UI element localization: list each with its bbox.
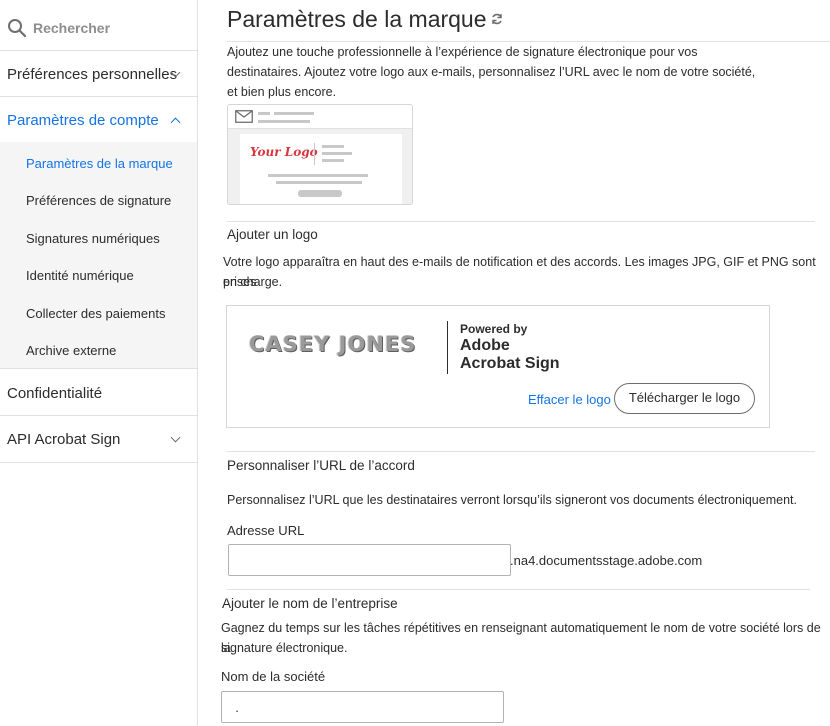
url-section-desc: Personnalisez l’URL que les destinataire… xyxy=(227,493,797,507)
sidebar-subitem-brand-settings[interactable]: Paramètres de la marque xyxy=(26,156,173,171)
sidebar: Rechercher Préférences personnelles Para… xyxy=(0,0,198,726)
refresh-icon[interactable] xyxy=(490,12,504,31)
search-box[interactable]: Rechercher xyxy=(0,0,197,51)
sidebar-subitem-digital-signatures[interactable]: Signatures numériques xyxy=(26,231,160,246)
envelope-icon xyxy=(235,110,253,128)
divider xyxy=(227,451,815,452)
email-preview-illustration: Your Logo xyxy=(227,104,413,205)
sidebar-subitem-external-archive[interactable]: Archive externe xyxy=(26,343,116,358)
upload-logo-button[interactable]: Télécharger le logo xyxy=(614,383,755,414)
logo-section-desc-line2: en charge. xyxy=(223,275,283,289)
intro-text-line1: Ajoutez une touche professionnelle à l’e… xyxy=(227,45,698,59)
clear-logo-link[interactable]: Effacer le logo xyxy=(528,392,611,407)
current-logo: CASEY JONES xyxy=(249,332,417,356)
sidebar-item-account-settings[interactable]: Paramètres de compte xyxy=(0,97,197,142)
company-section-desc-line2: signature électronique. xyxy=(221,641,348,655)
divider xyxy=(227,221,815,222)
divider xyxy=(227,589,810,590)
url-field-label: Adresse URL xyxy=(227,523,305,538)
company-field-label: Nom de la société xyxy=(221,669,326,684)
logo-section-desc-line1: Votre logo apparaîtra en haut des e-mail… xyxy=(223,255,816,289)
account-settings-submenu: Paramètres de la marque Préférences de s… xyxy=(0,142,197,369)
search-icon xyxy=(7,18,27,43)
sidebar-subitem-collect-payments[interactable]: Collecter des paiements xyxy=(26,306,165,321)
divider xyxy=(447,321,448,374)
intro-text-line2: destinataires. Ajoutez votre logo aux e-… xyxy=(227,65,756,79)
sidebar-subitem-signature-preferences[interactable]: Préférences de signature xyxy=(26,193,171,208)
search-input[interactable]: Rechercher xyxy=(33,20,110,36)
chevron-down-icon xyxy=(170,432,181,443)
logo-section-heading: Ajouter un logo xyxy=(227,227,318,242)
url-input[interactable] xyxy=(228,544,511,576)
sidebar-item-label: Préférences personnelles xyxy=(7,66,178,83)
sidebar-item-label: Confidentialité xyxy=(7,385,103,402)
sidebar-item-api[interactable]: API Acrobat Sign xyxy=(0,416,197,463)
sidebar-item-label: Paramètres de compte xyxy=(7,112,159,129)
preview-logo-text: Your Logo xyxy=(250,145,318,159)
company-section-heading: Ajouter le nom de l’entreprise xyxy=(222,596,398,611)
url-suffix: .na4.documentsstage.adobe.com xyxy=(510,553,703,568)
sidebar-item-privacy[interactable]: Confidentialité xyxy=(0,369,197,416)
page-title: Paramètres de la marque xyxy=(227,6,487,32)
intro-text-line3: et bien plus encore. xyxy=(227,85,337,99)
sidebar-item-personal-preferences[interactable]: Préférences personnelles xyxy=(0,51,197,97)
adobe-brand-line1: Adobe xyxy=(460,337,510,354)
sidebar-subitem-digital-identity[interactable]: Identité numérique xyxy=(26,268,134,283)
company-name-input[interactable]: . xyxy=(221,691,504,723)
powered-by-label: Powered by xyxy=(460,322,528,336)
sidebar-item-label: API Acrobat Sign xyxy=(7,431,121,448)
chevron-up-icon xyxy=(170,117,181,128)
url-section-heading: Personnaliser l’URL de l’accord xyxy=(227,458,415,473)
adobe-brand-line2: Acrobat Sign xyxy=(460,355,560,372)
